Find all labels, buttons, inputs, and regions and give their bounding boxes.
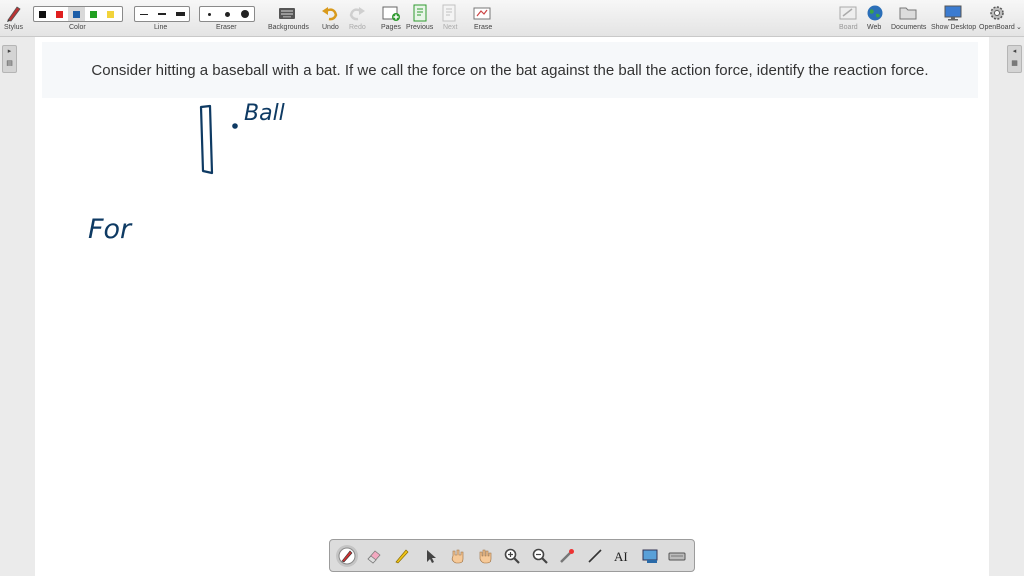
highlighter-icon <box>395 548 409 563</box>
laser-hand-icon <box>451 549 464 563</box>
line-icon <box>588 548 602 563</box>
interact-tool-button[interactable] <box>446 545 468 567</box>
selector-tool-button[interactable] <box>419 545 441 567</box>
virtual-keyboard-tool-button[interactable] <box>666 545 688 567</box>
laser-pointer-icon <box>560 548 575 563</box>
ball-dot <box>232 123 238 129</box>
pen-tool-button[interactable] <box>336 544 358 567</box>
capture-icon <box>642 549 658 563</box>
zoom-in-icon <box>504 548 520 564</box>
pointer-icon <box>426 549 436 563</box>
hand-icon <box>479 549 491 563</box>
text-tool-button[interactable]: AI <box>611 545 633 567</box>
hand-tool-button[interactable] <box>474 545 496 567</box>
pen-icon <box>338 547 356 564</box>
text-icon: AI <box>614 549 628 564</box>
zoom-out-tool-button[interactable] <box>529 545 551 567</box>
drawing-tools-bar: AI <box>329 539 695 572</box>
handwriting-ball: Ball <box>244 101 285 126</box>
line-tool-button[interactable] <box>584 545 606 567</box>
zoom-out-icon <box>532 548 548 564</box>
capture-tool-button[interactable] <box>639 545 661 567</box>
handwriting-for: For <box>88 214 132 245</box>
eraser-tool-button[interactable] <box>364 545 386 567</box>
svg-text:AI: AI <box>614 549 628 564</box>
highlighter-tool-button[interactable] <box>391 545 413 567</box>
ink-layer <box>199 104 238 175</box>
eraser-icon <box>367 550 381 563</box>
bat-sketch <box>199 104 214 175</box>
virtual-keyboard-icon <box>668 552 686 560</box>
zoom-in-tool-button[interactable] <box>501 545 523 567</box>
laser-pointer-tool-button[interactable] <box>556 545 578 567</box>
